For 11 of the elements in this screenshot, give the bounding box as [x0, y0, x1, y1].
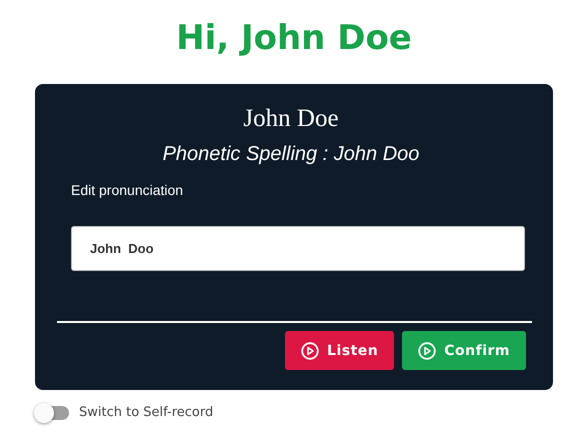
- toggle-label: Switch to Self-record: [79, 405, 214, 420]
- self-record-toggle[interactable]: [35, 406, 69, 420]
- play-icon: [418, 342, 436, 360]
- field-label: Edit pronunciation: [71, 181, 184, 200]
- play-icon: [301, 342, 320, 360]
- phonetic-spelling: Phonetic Spelling : John Doo: [162, 142, 420, 167]
- listen-button[interactable]: Listen: [285, 331, 394, 370]
- confirm-button[interactable]: Confirm: [402, 331, 526, 370]
- pronunciation-field[interactable]: John Doo: [71, 226, 525, 271]
- name-title: John Doe: [242, 104, 340, 134]
- greeting-heading: Hi, John Doe: [175, 17, 413, 60]
